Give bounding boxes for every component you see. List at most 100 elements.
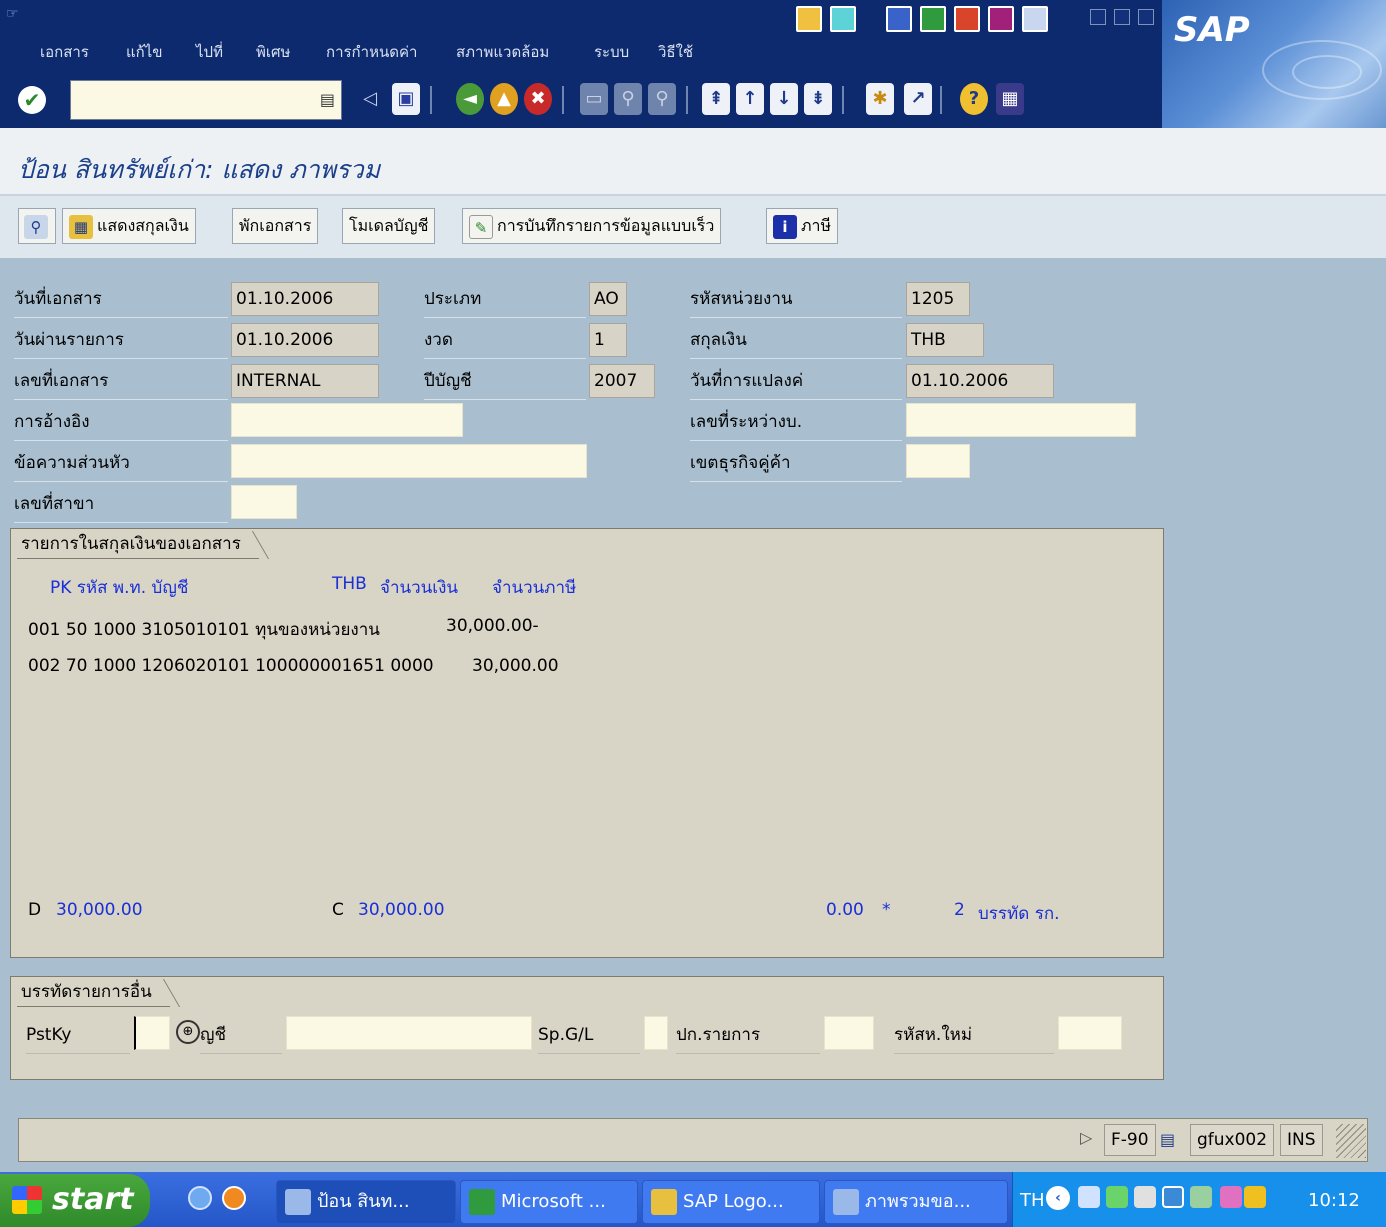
account-field[interactable] — [286, 1016, 532, 1050]
save-icon[interactable]: ▣ — [392, 83, 420, 115]
back-icon[interactable]: ◄ — [456, 83, 484, 115]
special-gl-field[interactable] — [644, 1016, 668, 1050]
reference-field[interactable] — [231, 403, 463, 437]
help-icon[interactable]: ? — [960, 83, 988, 115]
sap-gui-icon — [833, 1189, 859, 1215]
find-icon[interactable]: ⚲ — [614, 83, 642, 115]
trading-partner-field[interactable] — [906, 444, 970, 478]
window-icon[interactable] — [830, 6, 856, 32]
doc-number-label: เลขที่เอกสาร — [14, 366, 228, 400]
network-icon[interactable] — [1078, 1186, 1100, 1208]
company-code-field[interactable]: 1205 — [906, 282, 970, 316]
find-next-icon[interactable]: ⚲ — [648, 83, 676, 115]
next-page-icon[interactable]: ↓ — [770, 83, 798, 115]
status-mode[interactable]: INS — [1280, 1124, 1323, 1156]
options-icon[interactable] — [1022, 6, 1048, 32]
task-sap-entry[interactable]: ป้อน สินท... — [276, 1180, 456, 1224]
task-excel[interactable]: Microsoft ... — [460, 1180, 638, 1224]
period-field[interactable]: 1 — [589, 323, 627, 357]
close-icon[interactable] — [1138, 9, 1154, 25]
history-dropdown-icon[interactable]: ▤ — [320, 90, 335, 109]
last-page-icon[interactable]: ⇟ — [804, 83, 832, 115]
special-gl-label: Sp.G/L — [538, 1020, 640, 1054]
update-icon[interactable] — [1190, 1186, 1212, 1208]
item-row-text[interactable]: 001 50 1000 3105010101 ทุนของหน่วยงาน — [28, 616, 380, 643]
device-icon[interactable] — [1134, 1186, 1156, 1208]
header-text-field[interactable] — [231, 444, 587, 478]
start-button[interactable]: start — [0, 1174, 150, 1227]
translation-date-field[interactable]: 01.10.2006 — [906, 364, 1054, 398]
info-icon: i — [773, 214, 797, 239]
doc-number-field[interactable]: INTERNAL — [231, 364, 379, 398]
audio-icon[interactable] — [1162, 1186, 1184, 1208]
system-menu-icon[interactable]: ☞ — [6, 6, 19, 22]
multi-select-icon[interactable]: ⊕ — [176, 1020, 200, 1044]
reference-label: การอ้างอิง — [14, 407, 228, 441]
expand-status-icon[interactable]: ▷ — [1080, 1128, 1092, 1147]
type-field[interactable]: AO — [589, 282, 627, 316]
layout-menu-icon[interactable]: ▦ — [996, 83, 1024, 115]
menu-extras[interactable]: พิเศษ — [256, 40, 290, 64]
branch-field[interactable] — [231, 485, 297, 519]
currency-label: สกุลเงิน — [690, 325, 902, 359]
intercompany-label: เลขที่ระหว่างบ. — [690, 407, 902, 441]
layout-icon[interactable] — [796, 6, 822, 32]
media-player-icon[interactable] — [222, 1186, 246, 1210]
column-header-amount: จำนวนเงิน — [380, 578, 459, 598]
volume-icon[interactable] — [1244, 1186, 1266, 1208]
previous-page-icon[interactable]: ↑ — [736, 83, 764, 115]
new-company-code-field[interactable] — [1058, 1016, 1122, 1050]
show-currency-button[interactable]: ▦ แสดงสกุลเงิน — [62, 208, 196, 244]
task-sap-logon[interactable]: SAP Logo... — [642, 1180, 820, 1224]
menu-edit[interactable]: แก้ไข — [126, 40, 163, 64]
tax-button[interactable]: i ภาษี — [766, 208, 839, 244]
currency-field[interactable]: THB — [906, 323, 984, 357]
show-currency-label: แสดงสกุลเงิน — [97, 216, 189, 235]
task-overview[interactable]: ภาพรวมขอ... — [824, 1180, 1008, 1224]
toolbar-separator — [562, 86, 564, 114]
intercompany-field[interactable] — [906, 403, 1136, 437]
shortcut-icon[interactable]: ↗ — [904, 83, 932, 115]
messenger-icon[interactable] — [1220, 1186, 1242, 1208]
menu-environment[interactable]: สภาพแวดล้อม — [456, 40, 549, 64]
word-icon[interactable] — [886, 6, 912, 32]
command-field[interactable]: ▤ — [70, 80, 342, 120]
menu-system[interactable]: ระบบ — [594, 40, 629, 64]
cancel-icon[interactable]: ✖ — [524, 83, 552, 115]
collapse-icon[interactable]: ◁ — [360, 83, 380, 115]
resize-grip[interactable] — [1336, 1124, 1366, 1158]
first-page-icon[interactable]: ⇞ — [702, 83, 730, 115]
minimize-icon[interactable] — [1090, 9, 1106, 25]
fast-entry-button[interactable]: ✎ การบันทึกรายการข้อมูลแบบเร็ว — [462, 208, 722, 244]
menu-goto[interactable]: ไปที่ — [196, 40, 223, 64]
key-icon[interactable] — [988, 6, 1014, 32]
park-document-button[interactable]: พักเอกสาร — [232, 208, 319, 244]
powerpoint-icon[interactable] — [954, 6, 980, 32]
excel-icon[interactable] — [920, 6, 946, 32]
transaction-type-field[interactable] — [824, 1016, 874, 1050]
language-indicator[interactable]: TH — [1020, 1190, 1045, 1211]
menu-document[interactable]: เอกสาร — [40, 40, 89, 64]
posting-date-field[interactable]: 01.10.2006 — [231, 323, 379, 357]
menu-help[interactable]: วิธีใช้ — [658, 40, 693, 64]
fiscal-year-field[interactable]: 2007 — [589, 364, 655, 398]
status-dropdown-icon[interactable]: ▤ — [1160, 1130, 1175, 1149]
toolbar-separator — [940, 86, 942, 114]
new-session-icon[interactable]: ✱ — [866, 83, 894, 115]
ie-icon[interactable] — [188, 1186, 212, 1210]
posting-key-field[interactable] — [134, 1016, 170, 1050]
doc-date-field[interactable]: 01.10.2006 — [231, 282, 379, 316]
task-label: SAP Logo... — [683, 1191, 784, 1212]
maximize-icon[interactable] — [1114, 9, 1130, 25]
security-icon[interactable] — [1106, 1186, 1128, 1208]
debit-label: D — [28, 900, 42, 920]
enter-button[interactable]: ✔ — [18, 86, 46, 114]
item-row-text[interactable]: 002 70 1000 1206020101 100000001651 0000 — [28, 656, 434, 676]
display-doc-button[interactable]: ⚲ — [18, 208, 56, 244]
chevron-left-icon[interactable]: ‹ — [1046, 1186, 1070, 1210]
account-model-button[interactable]: โมเดลบัญชี — [342, 208, 436, 244]
print-icon[interactable]: ▭ — [580, 83, 608, 115]
transaction-code: F-90 — [1111, 1130, 1149, 1150]
exit-icon[interactable]: ▲ — [490, 83, 518, 115]
menu-settings[interactable]: การกำหนดค่า — [326, 40, 417, 64]
